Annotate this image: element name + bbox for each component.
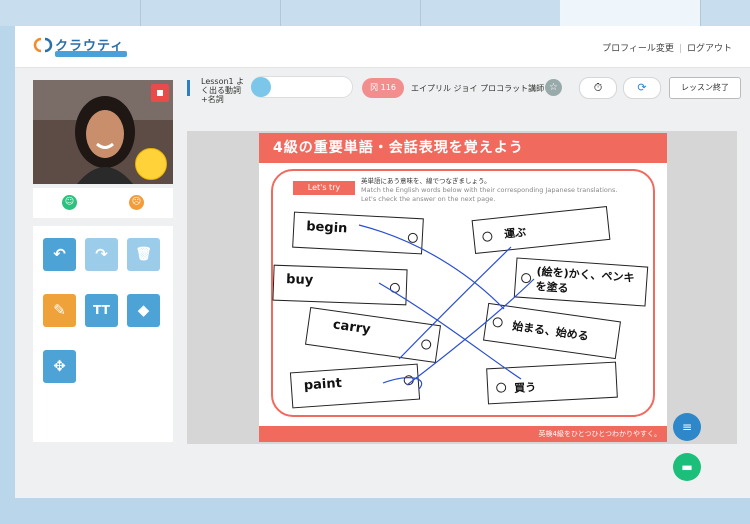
word-label: (絵を)かく、ペンキを塗る [535, 264, 635, 296]
worksheet-footer: 英検4級をひとつひとつわかりやすく。 [259, 426, 667, 442]
worksheet-page: 4級の重要単語・会話表現を覚えよう Let's try 英単語にあう意味を、線で… [259, 133, 667, 442]
connector-dot[interactable] [492, 316, 504, 329]
browser-tab[interactable] [420, 0, 561, 26]
word-label: buy [285, 272, 314, 289]
redo-button[interactable]: ↷ [85, 238, 118, 271]
link-separator: | [678, 44, 682, 54]
browser-tab[interactable] [140, 0, 281, 26]
stop-video-button[interactable] [151, 84, 169, 102]
connector-dot[interactable] [389, 282, 401, 294]
connector-dot[interactable] [403, 374, 415, 386]
account-links: プロフィール変更 | ログアウト [602, 41, 732, 54]
lets-try-label: Let's try [293, 181, 355, 195]
text-tool-button[interactable]: TT [85, 294, 118, 327]
lesson-toolbar: Lesson1 よく出る動詞+名詞 冈 116 エイプリル ジョイ プロコラット… [187, 76, 750, 104]
word-label: 買う [513, 380, 537, 395]
instruction-english-1: Match the English words below with their… [361, 186, 618, 194]
connector-dot[interactable] [407, 232, 419, 244]
logout-link[interactable]: ログアウト [687, 44, 732, 54]
top-bar: クラウティ プロフィール変更 | ログアウト [15, 26, 750, 68]
pen-tool-button[interactable]: ✎ [43, 294, 76, 327]
word-label: carry [331, 317, 372, 338]
connector-dot[interactable] [495, 382, 507, 393]
smiley-emoji-icon [135, 148, 167, 180]
browser-tab-strip [0, 0, 750, 26]
word-card-buy[interactable]: buy [272, 264, 408, 306]
student-avatar-icon [251, 77, 271, 97]
app-window: クラウティ プロフィール変更 | ログアウト ☺ ☹ ↶ ↷ 🗑 ✎ TT ◆ … [15, 26, 750, 498]
word-card-kau[interactable]: 買う [486, 361, 618, 405]
word-card-begin[interactable]: begin [292, 211, 424, 255]
connector-dot[interactable] [420, 338, 432, 351]
browser-tab-active[interactable] [560, 0, 701, 26]
eraser-tool-button[interactable]: ◆ [127, 294, 160, 327]
end-lesson-button[interactable]: レッスン終了 [669, 77, 741, 99]
lesson-title: Lesson1 よく出る動詞+名詞 [201, 77, 245, 104]
lesson-indicator [187, 80, 190, 96]
drawing-tools-panel: ↶ ↷ 🗑 ✎ TT ◆ ✥ [33, 226, 173, 442]
sad-reaction-icon[interactable]: ☹ [129, 195, 144, 210]
browser-tab[interactable] [0, 0, 141, 26]
happy-reaction-icon[interactable]: ☺ [62, 195, 77, 210]
logo-mark-icon [33, 37, 53, 53]
reaction-bar: ☺ ☹ [33, 188, 173, 218]
worksheet-heading: 4級の重要単語・会話表現を覚えよう [259, 133, 667, 163]
favorite-star-icon[interactable]: ☆ [545, 79, 562, 96]
undo-button[interactable]: ↶ [43, 238, 76, 271]
delete-button[interactable]: 🗑 [127, 238, 160, 271]
word-label: 運ぶ [503, 225, 527, 241]
connector-dot[interactable] [520, 272, 532, 284]
move-tool-button[interactable]: ✥ [43, 350, 76, 383]
word-label: begin [305, 219, 348, 237]
chat-button[interactable]: ▬ [673, 453, 701, 481]
word-label: paint [303, 375, 343, 394]
timer-button[interactable]: ⏱ [579, 77, 617, 99]
word-label: 始まる、始める [511, 319, 590, 344]
lesson-count-badge: 冈 116 [362, 78, 404, 98]
refresh-button[interactable]: ⟳ [623, 77, 661, 99]
browser-tab[interactable] [280, 0, 421, 26]
profile-link[interactable]: プロフィール変更 [602, 44, 674, 54]
connector-dot[interactable] [481, 231, 493, 243]
instructions: 英単語にあう意味を、線でつなぎましょう。 Match the English w… [361, 177, 617, 204]
teacher-name: エイプリル ジョイ プロコラット講師 [411, 84, 545, 93]
document-button[interactable]: ≡ [673, 413, 701, 441]
instruction-japanese: 英単語にあう意味を、線でつなぎましょう。 [361, 177, 491, 185]
whiteboard-area[interactable]: 4級の重要単語・会話表現を覚えよう Let's try 英単語にあう意味を、線で… [187, 131, 737, 444]
instruction-english-2: Let's check the answer on the next page. [361, 195, 496, 203]
teacher-video [33, 80, 173, 184]
logo-underline [55, 51, 127, 57]
